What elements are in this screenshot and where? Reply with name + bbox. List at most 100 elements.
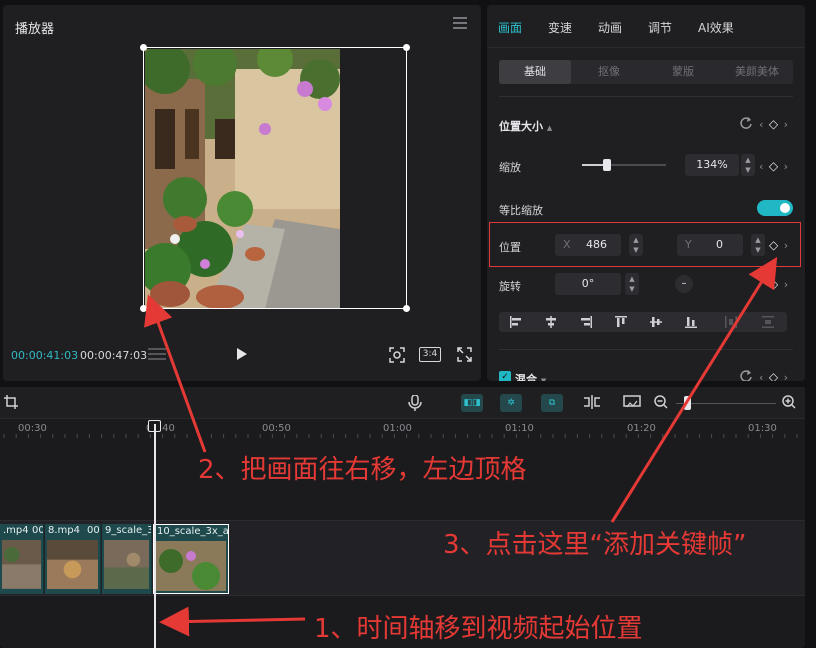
menu-icon[interactable]: [453, 17, 467, 29]
keyframe-nav-icon[interactable]: ‹ ◇ ›: [759, 117, 789, 131]
zoom-out-icon[interactable]: [654, 395, 674, 411]
player-panel: 播放器 00:00:41:03 00:00:47:03 3:4: [3, 5, 481, 381]
add-keyframe-icon[interactable]: ◇ ›: [769, 238, 789, 252]
total-time: 00:00:47:03: [80, 349, 148, 362]
align-bottom-icon[interactable]: [684, 315, 698, 329]
y-label: Y: [685, 238, 692, 251]
section-divider: [499, 96, 793, 97]
zoom-slider[interactable]: [676, 403, 776, 404]
clip-8[interactable]: 8.mp4 00: [45, 524, 101, 594]
ratio-button[interactable]: 3:4: [419, 347, 441, 362]
scale-label: 缩放: [499, 161, 521, 174]
play-icon[interactable]: [236, 348, 248, 364]
microphone-icon[interactable]: [408, 394, 428, 411]
subtab-basic[interactable]: 基础: [499, 60, 571, 84]
position-y-input[interactable]: Y 0: [677, 234, 743, 256]
annotation-step2: 2、把画面往右移，左边顶格: [198, 455, 527, 485]
rotate-label: 旋转: [499, 280, 521, 293]
distribute-h-icon[interactable]: [724, 315, 738, 329]
subtab-cutout[interactable]: 抠像: [573, 60, 645, 84]
player-title: 播放器: [15, 22, 55, 37]
resize-handle-bl[interactable]: [140, 305, 147, 312]
align-top-icon[interactable]: [614, 315, 628, 329]
auto-snap-icon[interactable]: ✲: [500, 394, 522, 412]
clip-duration: 00: [87, 525, 100, 536]
position-y-stepper[interactable]: ▲ ▼: [751, 234, 765, 256]
timeline-ruler[interactable]: 00:30 00:40 00:50 01:00 01:10 01:20 01:3…: [0, 419, 805, 439]
annotation-step3: 3、点击这里“添加关键帧”: [443, 530, 747, 560]
position-x-input[interactable]: X 486: [555, 234, 621, 256]
align-toolbar: [499, 312, 787, 332]
distribute-v-icon[interactable]: [761, 315, 775, 329]
subtab-mask[interactable]: 蒙版: [647, 60, 719, 84]
uniform-scale-toggle[interactable]: [757, 200, 793, 216]
clip-10-selected[interactable]: 10_scale_3x_a: [153, 524, 229, 594]
current-time: 00:00:41:03: [11, 349, 79, 362]
clip-7[interactable]: .mp4 00: [0, 524, 44, 594]
align-hcenter-icon[interactable]: [544, 315, 558, 329]
uniform-scale-label: 等比缩放: [499, 204, 543, 217]
selection-box[interactable]: [143, 47, 407, 309]
reset-icon[interactable]: [739, 116, 753, 133]
rotate-stepper[interactable]: ▲ ▼: [625, 273, 639, 295]
rotate-input[interactable]: 0°: [555, 273, 621, 295]
preview-axis-icon[interactable]: [623, 395, 643, 411]
y-value: 0: [716, 238, 723, 251]
tab-animation[interactable]: 动画: [598, 19, 622, 36]
blend-checkbox[interactable]: ✓: [499, 371, 511, 381]
scale-slider-knob[interactable]: [603, 159, 612, 171]
clip-thumbnail: [47, 540, 98, 590]
tab-picture[interactable]: 画面: [498, 19, 522, 36]
rotate-keyframe-icon[interactable]: ◇ ›: [769, 277, 789, 291]
clip-9[interactable]: 9_scale_3: [102, 524, 152, 594]
zoom-slider-knob[interactable]: [684, 396, 691, 410]
subtab-beauty[interactable]: 美颜美体: [721, 60, 793, 84]
zoom-in-icon[interactable]: [782, 395, 802, 411]
position-x-stepper[interactable]: ▲ ▼: [629, 234, 643, 256]
align-right-icon[interactable]: [579, 315, 593, 329]
align-vcenter-icon[interactable]: [649, 315, 663, 329]
annotation-step1: 1、时间轴移到视频起始位置: [314, 614, 643, 644]
clip-thumbnail: [156, 541, 226, 591]
fullscreen-icon[interactable]: [457, 347, 472, 366]
subtabs: 基础 抠像 蒙版 美颜美体: [499, 60, 793, 84]
resize-handle-tl[interactable]: [140, 44, 147, 51]
clip-name: 10_scale_3x_a: [157, 526, 229, 537]
scale-keyframe-icon[interactable]: ‹ ◇ ›: [759, 159, 789, 173]
blend-label[interactable]: 混合 ▼: [515, 371, 546, 381]
playhead[interactable]: [154, 424, 156, 648]
properties-panel: 画面 变速 动画 调节 AI效果 基础 抠像 蒙版 美颜美体 位置大小 ▲ ‹ …: [487, 5, 805, 381]
blend-keyframe-icon[interactable]: ‹ ◇ ›: [759, 370, 789, 381]
clip-duration: 00: [32, 525, 44, 536]
rotate-dial[interactable]: –: [675, 275, 693, 293]
fit-icon[interactable]: [389, 347, 405, 367]
align-left-icon[interactable]: [509, 315, 523, 329]
timeline-toolbar: ◧◨ ✲ ⧉: [0, 387, 805, 419]
main-track-magnet-icon[interactable]: ◧◨: [461, 394, 483, 412]
clip-name: 9_scale_3: [105, 525, 152, 536]
tab-adjust[interactable]: 调节: [648, 19, 672, 36]
ruler-ticks: [3, 434, 798, 438]
blend-divider: [499, 349, 793, 350]
props-tabs: 画面 变速 动画 调节 AI效果: [487, 5, 805, 47]
tab-speed[interactable]: 变速: [548, 19, 572, 36]
link-icon[interactable]: ⧉: [541, 394, 563, 412]
scale-slider[interactable]: [582, 159, 666, 171]
tab-ai-effects[interactable]: AI效果: [698, 19, 734, 36]
split-icon[interactable]: [583, 395, 603, 411]
clip-thumbnail: [104, 540, 149, 589]
video-preview[interactable]: [140, 44, 410, 312]
clip-name: .mp4: [3, 525, 29, 536]
list-icon[interactable]: [148, 347, 166, 365]
resize-handle-br[interactable]: [403, 305, 410, 312]
blend-reset-icon[interactable]: [739, 369, 753, 381]
position-label: 位置: [499, 241, 521, 254]
x-label: X: [563, 238, 571, 251]
section-position-size[interactable]: 位置大小 ▲: [499, 118, 552, 134]
resize-handle-tr[interactable]: [403, 44, 410, 51]
clip-name: 8.mp4: [48, 525, 80, 536]
scale-stepper[interactable]: ▲ ▼: [741, 154, 755, 176]
tabs-divider: [487, 47, 805, 48]
crop-icon[interactable]: [4, 395, 24, 411]
scale-input[interactable]: 134%: [685, 154, 739, 176]
